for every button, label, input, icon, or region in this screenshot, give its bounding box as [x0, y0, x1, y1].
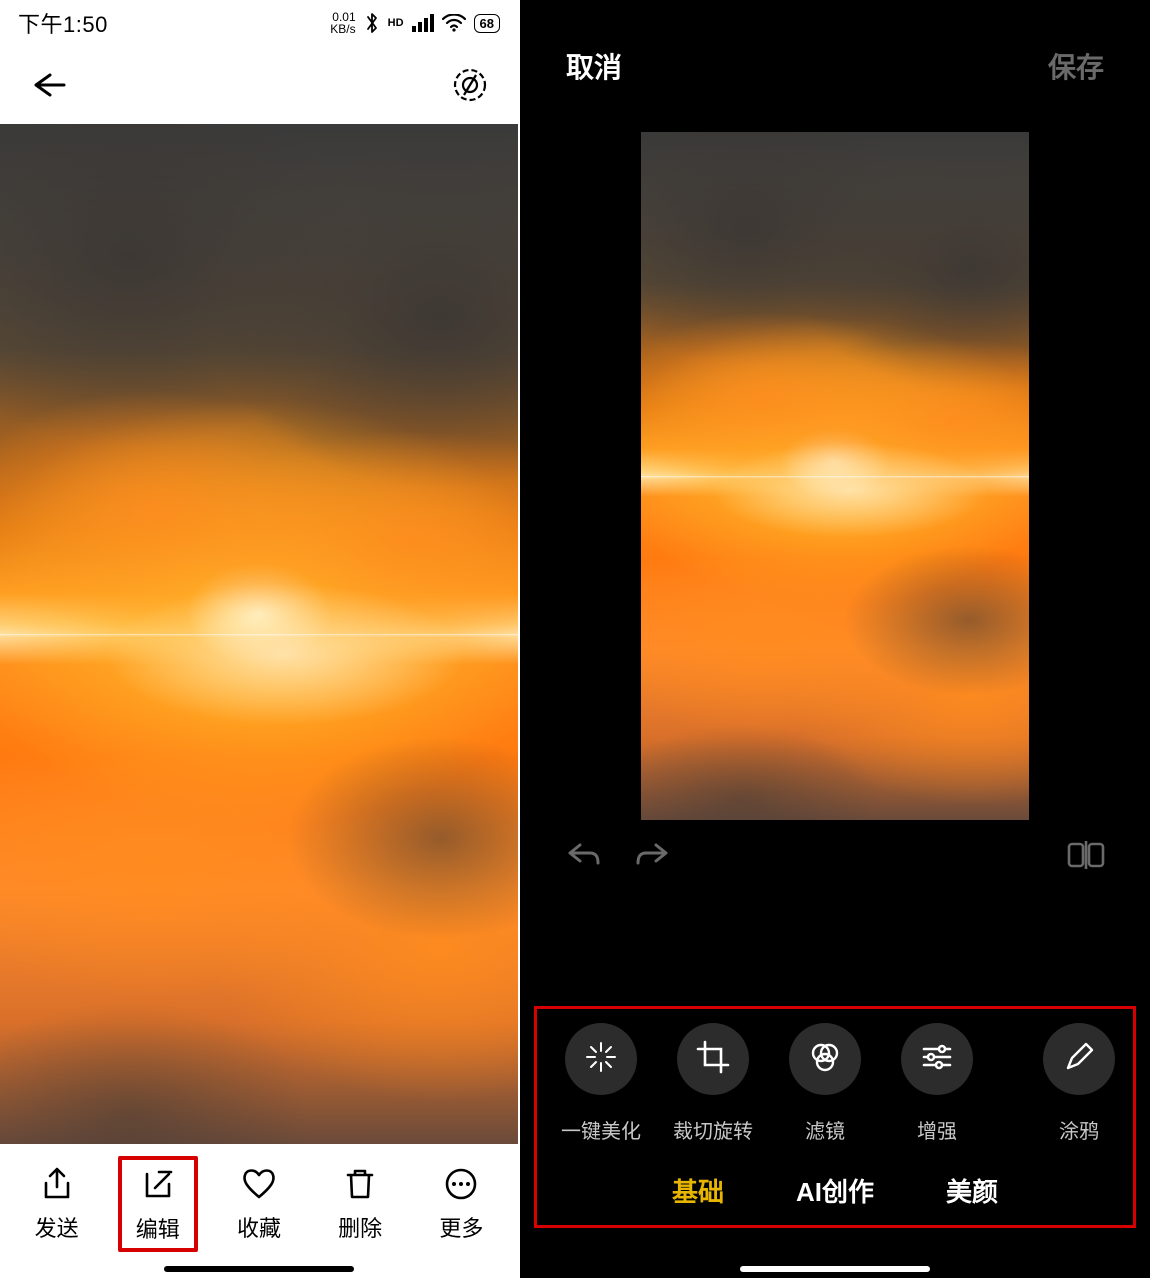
send-label: 发送	[35, 1211, 79, 1243]
tool-enhance[interactable]: 增强	[881, 1023, 993, 1144]
status-bar: 下午1:50 0.01 KB/s HD 68	[0, 0, 518, 46]
tool-crop-rotate[interactable]: 裁切旋转	[657, 1023, 769, 1144]
tool-filter[interactable]: 滤镜	[769, 1023, 881, 1144]
battery-value: 68	[480, 16, 494, 31]
home-indicator[interactable]	[164, 1266, 354, 1272]
filter-icon	[808, 1040, 842, 1079]
more-label: 更多	[439, 1211, 483, 1243]
editor-header: 取消 保存	[520, 0, 1150, 132]
delete-button[interactable]: 删除	[320, 1165, 400, 1243]
compare-button[interactable]	[1066, 835, 1106, 875]
lens-info-button[interactable]	[446, 61, 494, 109]
tool-row[interactable]: 一键美化 裁切旋转 滤镜	[543, 1023, 1127, 1166]
tool-doodle-label: 涂鸦	[1059, 1115, 1099, 1144]
more-icon	[442, 1165, 480, 1203]
gallery-viewer-pane: 下午1:50 0.01 KB/s HD 68	[0, 0, 518, 1278]
heart-icon	[240, 1165, 278, 1203]
cancel-button[interactable]: 取消	[566, 46, 622, 86]
tool-enhance-label: 增强	[917, 1115, 957, 1144]
wifi-icon	[442, 14, 466, 32]
tool-auto-label: 一键美化	[561, 1115, 641, 1144]
trash-icon	[341, 1165, 379, 1203]
pen-icon	[1062, 1040, 1096, 1079]
battery-icon: 68	[474, 14, 500, 33]
tool-filter-label: 滤镜	[805, 1115, 845, 1144]
photo-preview[interactable]	[0, 124, 518, 1144]
editor-canvas-wrap	[520, 132, 1150, 820]
sliders-icon	[920, 1040, 954, 1079]
viewer-action-bar	[0, 46, 518, 124]
status-time: 下午1:50	[18, 7, 108, 39]
category-tabs: 基础 AI创作 美颜	[543, 1166, 1127, 1209]
status-indicators: 0.01 KB/s HD 68	[330, 11, 500, 35]
edit-button[interactable]: 编辑	[118, 1156, 198, 1252]
undo-button[interactable]	[564, 835, 604, 875]
tool-auto-enhance[interactable]: 一键美化	[545, 1023, 657, 1144]
tab-basic[interactable]: 基础	[672, 1172, 724, 1209]
undo-redo-row	[520, 820, 1150, 890]
favorite-label: 收藏	[237, 1211, 281, 1243]
tab-ai[interactable]: AI创作	[796, 1172, 874, 1209]
signal-icon	[412, 14, 434, 32]
crop-icon	[696, 1040, 730, 1079]
delete-label: 删除	[338, 1211, 382, 1243]
edit-label: 编辑	[136, 1212, 180, 1244]
save-button[interactable]: 保存	[1048, 46, 1104, 86]
editor-toolbox: 一键美化 裁切旋转 滤镜	[534, 1006, 1136, 1228]
editor-canvas[interactable]	[641, 132, 1029, 820]
home-indicator[interactable]	[740, 1266, 930, 1272]
back-button[interactable]	[24, 61, 72, 109]
tool-doodle[interactable]: 涂鸦	[993, 1023, 1105, 1144]
tool-crop-label: 裁切旋转	[673, 1115, 753, 1144]
hd-icon: HD	[388, 18, 404, 29]
redo-button[interactable]	[632, 835, 672, 875]
network-speed-unit: KB/s	[330, 23, 355, 35]
share-icon	[38, 1165, 76, 1203]
more-button[interactable]: 更多	[421, 1165, 501, 1243]
editor-pane: 取消 保存	[518, 0, 1150, 1278]
viewer-bottom-bar: 发送 编辑 收藏 删除	[0, 1144, 518, 1278]
sparkle-icon	[584, 1040, 618, 1079]
tab-beauty[interactable]: 美颜	[946, 1172, 998, 1209]
send-button[interactable]: 发送	[17, 1165, 97, 1243]
bluetooth-icon	[364, 12, 380, 34]
network-speed: 0.01 KB/s	[330, 11, 355, 35]
edit-icon	[139, 1166, 177, 1204]
favorite-button[interactable]: 收藏	[219, 1165, 299, 1243]
